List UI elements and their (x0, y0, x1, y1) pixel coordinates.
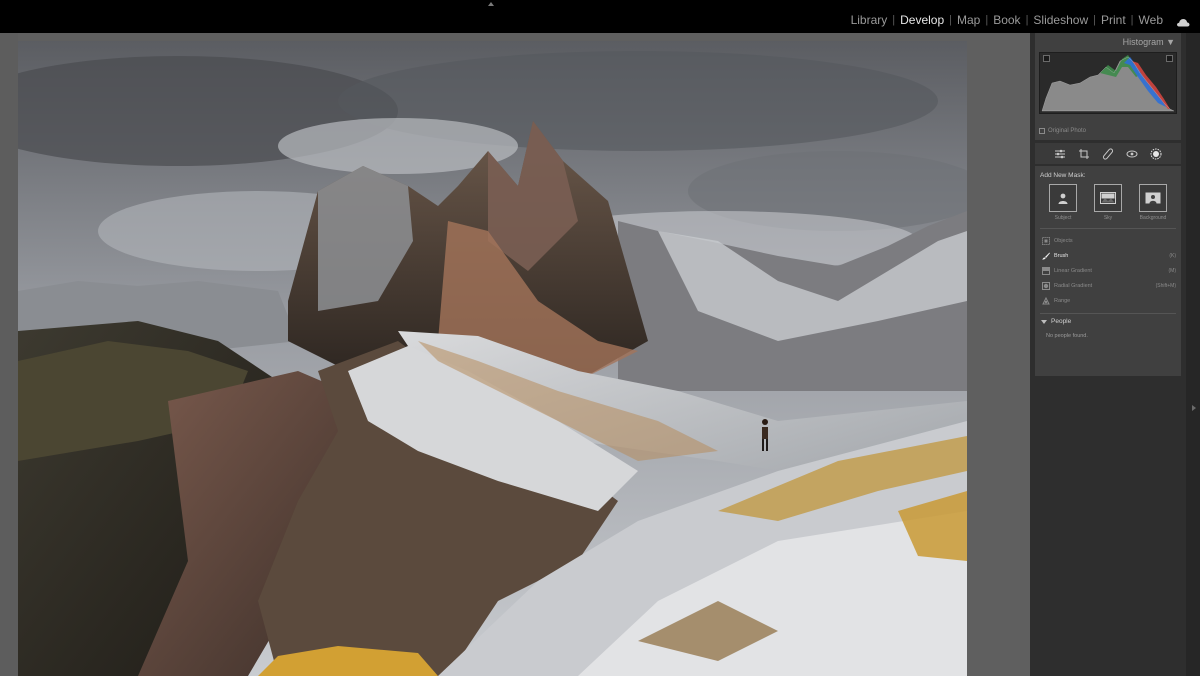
photo-canvas[interactable] (18, 41, 967, 676)
mask-tool-label: Brush (1054, 253, 1069, 259)
original-photo-toggle[interactable]: Original Photo (1039, 128, 1086, 134)
original-photo-label: Original Photo (1048, 128, 1087, 134)
mask-tool-brush[interactable]: Brush (K) (1042, 250, 1176, 262)
crop-icon[interactable] (1078, 148, 1090, 160)
mask-tool-label: Radial Gradient (1054, 283, 1093, 289)
linear-gradient-icon (1042, 267, 1050, 275)
histogram-curve (1041, 55, 1175, 112)
cloud-icon[interactable] (1176, 16, 1190, 26)
mask-tool-label: Linear Gradient (1054, 268, 1092, 274)
mask-tool-radial-gradient[interactable]: Radial Gradient (Shift+M) (1042, 280, 1176, 292)
sky-icon (1100, 192, 1116, 204)
mask-tool-label: Objects (1054, 238, 1073, 244)
people-heading: People (1051, 318, 1072, 325)
module-library[interactable]: Library (846, 13, 893, 27)
module-book[interactable]: Book (988, 13, 1025, 27)
develop-tool-strip (1035, 143, 1181, 164)
radial-gradient-icon (1042, 282, 1050, 290)
mask-tool-shortcut: (M) (1168, 268, 1177, 274)
brush-icon (1042, 252, 1050, 260)
mask-tool-range[interactable]: Range (1042, 295, 1176, 307)
module-develop[interactable]: Develop (895, 13, 949, 27)
top-panel-toggle-icon[interactable] (488, 2, 494, 6)
right-panel-toggle-icon[interactable] (1192, 405, 1196, 411)
mask-subject-label: Subject (1054, 215, 1072, 221)
histogram-graph[interactable] (1039, 52, 1177, 114)
mask-background-label: Background (1139, 215, 1167, 221)
healing-icon[interactable] (1102, 147, 1114, 160)
original-photo-checkbox[interactable] (1039, 128, 1045, 134)
mountain-photo (18, 41, 967, 676)
masking-panel: Add New Mask: Subject Sky Background Obj… (1035, 166, 1181, 376)
mask-tool-shortcut: (K) (1169, 253, 1176, 259)
people-section-header[interactable]: People (1041, 318, 1071, 325)
mask-tool-label: Range (1054, 298, 1071, 304)
histogram-panel: Histogram ▼ Original Photo (1035, 33, 1181, 140)
add-new-mask-label: Add New Mask: (1040, 172, 1086, 179)
mask-background-button[interactable] (1139, 184, 1167, 212)
mask-sky-button[interactable] (1094, 184, 1122, 212)
module-picker: Library | Develop | Map | Book | Slidesh… (846, 13, 1190, 27)
masking-icon[interactable] (1150, 148, 1162, 160)
people-empty-message: No people found. (1046, 333, 1088, 339)
mask-tool-linear-gradient[interactable]: Linear Gradient (M) (1042, 265, 1176, 277)
module-web[interactable]: Web (1134, 13, 1168, 27)
redeye-icon[interactable] (1126, 148, 1138, 160)
mask-tool-objects[interactable]: Objects (1042, 235, 1176, 247)
module-slideshow[interactable]: Slideshow (1028, 13, 1093, 27)
lightroom-window: Library | Develop | Map | Book | Slidesh… (0, 0, 1200, 676)
subject-icon (1058, 193, 1068, 204)
objects-icon (1042, 237, 1050, 245)
right-panel-edge (1186, 33, 1200, 676)
shadow-clipping-icon[interactable] (1043, 55, 1050, 62)
mask-tool-shortcut: (Shift+M) (1155, 283, 1176, 289)
module-bar: Library | Develop | Map | Book | Slidesh… (0, 0, 1200, 33)
module-map[interactable]: Map (952, 13, 985, 27)
disclosure-triangle-icon (1041, 319, 1047, 324)
range-icon (1042, 297, 1050, 305)
mask-sky-label: Sky (1103, 215, 1113, 221)
edit-sliders-icon[interactable] (1054, 148, 1066, 160)
module-print[interactable]: Print (1096, 13, 1131, 27)
mask-divider (1040, 228, 1176, 229)
mask-divider (1040, 313, 1176, 314)
left-panel-gutter (0, 33, 18, 676)
highlight-clipping-icon[interactable] (1166, 55, 1173, 62)
background-icon (1145, 192, 1161, 204)
mask-subject-button[interactable] (1049, 184, 1077, 212)
histogram-title[interactable]: Histogram ▼ (1123, 37, 1175, 47)
